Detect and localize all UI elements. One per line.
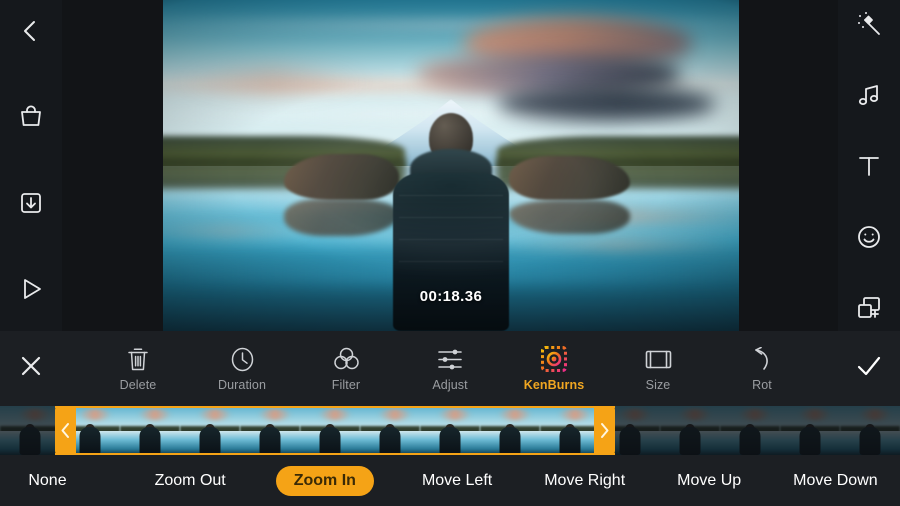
text-button[interactable]: [838, 142, 900, 189]
magic-wand-icon: [855, 10, 883, 38]
timeline-frame[interactable]: [480, 406, 540, 455]
cloud: [174, 66, 371, 96]
close-icon: [18, 353, 44, 384]
kenburns-icon: [541, 346, 567, 373]
rock-left: [283, 153, 400, 201]
timeline-frame[interactable]: [660, 406, 720, 455]
toolbar-items: Delete Duration Filter Adjust KenBurns S…: [62, 331, 838, 406]
option-move-down[interactable]: Move Down: [775, 466, 895, 496]
filmstrip: [0, 406, 900, 455]
size-icon: [645, 346, 672, 373]
timeline-frame[interactable]: [360, 406, 420, 455]
option-zoom-in[interactable]: Zoom In: [275, 465, 374, 496]
back-button[interactable]: [0, 0, 62, 62]
tool-kenburns-label: KenBurns: [523, 377, 585, 392]
sticker-button[interactable]: [838, 213, 900, 260]
left-toolbar: [0, 0, 62, 331]
text-icon: [855, 152, 883, 180]
music-note-icon: [855, 81, 883, 109]
play-button[interactable]: [0, 258, 62, 320]
music-button[interactable]: [838, 71, 900, 118]
clock-icon: [230, 346, 255, 373]
tool-delete-label: Delete: [119, 377, 157, 392]
tool-size-label: Size: [645, 377, 671, 392]
tool-filter-label: Filter: [331, 377, 361, 392]
tool-delete[interactable]: Delete: [104, 346, 172, 392]
edit-toolbar: Delete Duration Filter Adjust KenBurns S…: [0, 331, 900, 406]
shop-bag-icon: [17, 103, 45, 131]
tool-filter[interactable]: Filter: [312, 346, 380, 392]
overlay-button[interactable]: [838, 284, 900, 331]
export-button[interactable]: [0, 172, 62, 234]
close-button[interactable]: [0, 331, 62, 406]
timeline-frame[interactable]: [720, 406, 780, 455]
warm-light-ray: [497, 238, 739, 252]
option-move-right[interactable]: Move Right: [526, 466, 643, 496]
timeline-frame[interactable]: [780, 406, 840, 455]
download-icon: [17, 189, 45, 217]
sticker-smiley-icon: [855, 223, 883, 251]
tool-size[interactable]: Size: [624, 346, 692, 392]
trash-icon: [126, 346, 150, 373]
timeline-strip[interactable]: [0, 406, 900, 455]
timeline-frame[interactable]: [240, 406, 300, 455]
preview-timestamp: 00:18.36: [419, 288, 483, 305]
option-zoom-out[interactable]: Zoom Out: [137, 466, 244, 496]
timeline-frame[interactable]: [0, 406, 60, 455]
filter-icon: [333, 346, 360, 373]
video-preview[interactable]: 00:18.36: [163, 0, 739, 331]
rock-left-reflection: [283, 199, 400, 236]
tool-kenburns[interactable]: KenBurns: [520, 346, 588, 392]
option-move-up[interactable]: Move Up: [659, 466, 759, 496]
option-none[interactable]: None: [10, 466, 84, 496]
option-move-left[interactable]: Move Left: [404, 466, 510, 496]
timeline-frame[interactable]: [120, 406, 180, 455]
effects-button[interactable]: [838, 0, 900, 47]
person-jacket: [393, 172, 509, 331]
timeline-frame[interactable]: [180, 406, 240, 455]
tool-rotate-label: Rot: [752, 377, 772, 392]
right-toolbar: [838, 0, 900, 331]
rock-right: [508, 155, 630, 201]
timeline-frame[interactable]: [300, 406, 360, 455]
tool-duration[interactable]: Duration: [208, 346, 276, 392]
timeline-frame[interactable]: [540, 406, 600, 455]
back-icon: [18, 18, 44, 44]
tool-rotate[interactable]: Rot: [728, 346, 796, 392]
store-button[interactable]: [0, 86, 62, 148]
chevron-left-icon: [59, 422, 72, 439]
timeline-frame[interactable]: [840, 406, 900, 455]
tool-duration-label: Duration: [217, 377, 267, 392]
timeline-frame[interactable]: [420, 406, 480, 455]
tool-adjust[interactable]: Adjust: [416, 346, 484, 392]
editor-top-area: 00:18.36: [0, 0, 900, 331]
check-icon: [855, 352, 883, 385]
chevron-right-icon: [598, 422, 611, 439]
preview-frame-image: [163, 0, 739, 331]
tool-adjust-label: Adjust: [432, 377, 468, 392]
rotate-icon: [750, 346, 774, 373]
trim-handle-left[interactable]: [55, 406, 76, 455]
pip-overlay-icon: [855, 294, 883, 322]
trim-handle-right[interactable]: [594, 406, 615, 455]
sliders-icon: [437, 346, 463, 373]
kenburns-options-bar: None Zoom Out Zoom In Move Left Move Rig…: [0, 455, 900, 506]
play-icon: [17, 275, 45, 303]
video-editor-app: 00:18.36 Delete Duration Filter Adjust K…: [0, 0, 900, 506]
confirm-button[interactable]: [838, 331, 900, 406]
